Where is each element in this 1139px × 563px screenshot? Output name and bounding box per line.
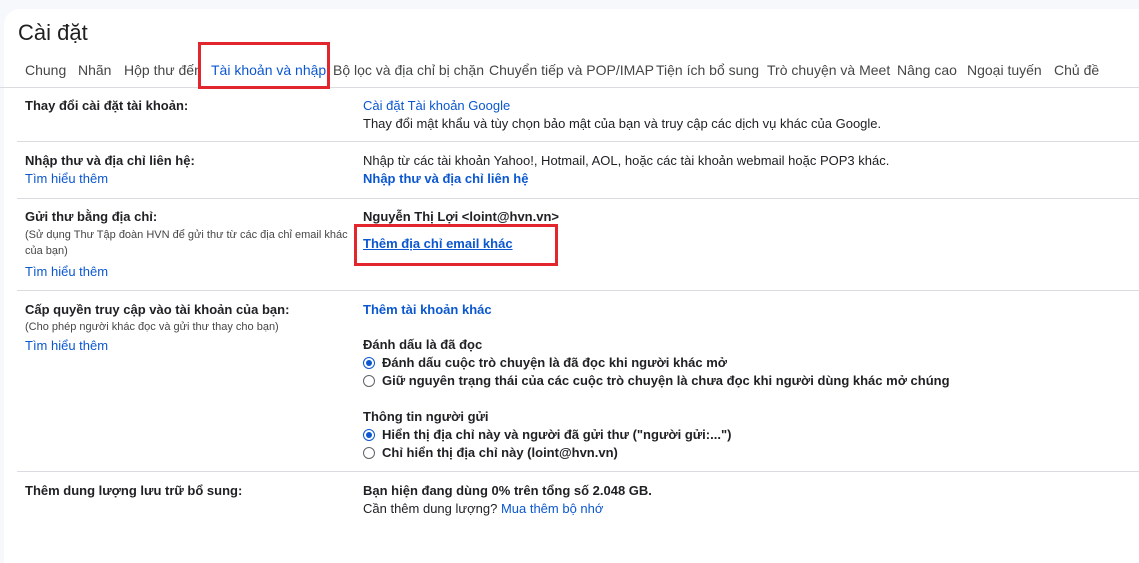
tab-inbox[interactable]: Hộp thư đến	[124, 62, 202, 78]
send-as-address: Nguyễn Thị Lợi <loint@hvn.vn>	[363, 209, 559, 224]
row-label: Gửi thư bằng địa chỉ:	[25, 209, 158, 224]
import-mail-contacts-link[interactable]: Nhập thư và địa chỉ liên hệ	[363, 171, 528, 186]
learn-more-link-import[interactable]: Tìm hiểu thêm	[25, 171, 108, 186]
learn-more-link-grant[interactable]: Tìm hiểu thêm	[25, 338, 108, 353]
import-description: Nhập từ các tài khoản Yahoo!, Hotmail, A…	[363, 153, 890, 168]
row-label: Thêm dung lượng lưu trữ bổ sung:	[25, 483, 243, 498]
tab-offline[interactable]: Ngoại tuyến	[967, 62, 1042, 78]
row-send-as: Gửi thư bằng địa chỉ: (Sử dụng Thư Tập đ…	[17, 199, 1139, 291]
radio-show-address-only[interactable]: Chỉ hiển thị địa chỉ này (loint@hvn.vn)	[363, 445, 618, 460]
settings-tabs: Chung Nhãn Hộp thư đến Tài khoản và nhập…	[0, 54, 1139, 88]
tab-advanced[interactable]: Nâng cao	[897, 62, 957, 78]
row-storage: Thêm dung lượng lưu trữ bổ sung: Bạn hiệ…	[17, 472, 1139, 532]
row-label: Nhập thư và địa chỉ liên hệ:	[25, 153, 195, 168]
tab-forwarding-pop-imap[interactable]: Chuyển tiếp và POP/IMAP	[489, 62, 654, 78]
change-account-description: Thay đổi mật khẩu và tùy chọn bảo mật củ…	[363, 116, 882, 131]
buy-storage-link[interactable]: Mua thêm bộ nhớ	[501, 501, 603, 516]
add-email-address-link[interactable]: Thêm địa chỉ email khác	[363, 236, 513, 251]
radio-unselected-icon[interactable]	[363, 446, 375, 459]
row-label: Cấp quyền truy cập vào tài khoản của bạn…	[25, 302, 290, 317]
radio-keep-unread[interactable]: Giữ nguyên trạng thái của các cuộc trò c…	[363, 373, 950, 388]
tab-themes[interactable]: Chủ đề	[1054, 62, 1099, 78]
send-as-subtext: (Sử dụng Thư Tập đoàn HVN để gửi thư từ …	[25, 229, 348, 257]
tab-general[interactable]: Chung	[25, 62, 66, 78]
learn-more-link-send-as[interactable]: Tìm hiểu thêm	[25, 264, 108, 279]
radio-mark-read-on-open[interactable]: Đánh dấu cuộc trò chuyện là đã đọc khi n…	[363, 355, 727, 370]
row-change-account: Thay đổi cài đặt tài khoản: Cài đặt Tài …	[17, 88, 1139, 142]
tab-addons[interactable]: Tiện ích bổ sung	[656, 62, 759, 78]
page-title: Cài đặt	[18, 20, 88, 45]
row-label: Thay đổi cài đặt tài khoản:	[25, 98, 189, 113]
mark-as-read-heading: Đánh dấu là đã đọc	[363, 337, 483, 352]
radio-label: Giữ nguyên trạng thái của các cuộc trò c…	[382, 373, 950, 388]
need-more-text: Cần thêm dung lượng?	[363, 501, 498, 516]
radio-unselected-icon[interactable]	[363, 374, 375, 387]
radio-selected-icon[interactable]	[363, 428, 375, 441]
radio-label: Chỉ hiển thị địa chỉ này (loint@hvn.vn)	[382, 445, 618, 460]
radio-label: Đánh dấu cuộc trò chuyện là đã đọc khi n…	[382, 355, 728, 370]
sender-info-heading: Thông tin người gửi	[363, 409, 489, 424]
radio-label: Hiển thị địa chỉ này và người đã gửi thư…	[382, 427, 732, 442]
radio-show-address-and-sender[interactable]: Hiển thị địa chỉ này và người đã gửi thư…	[363, 427, 731, 442]
tab-chat-meet[interactable]: Trò chuyện và Meet	[767, 62, 890, 78]
storage-usage-text: Bạn hiện đang dùng 0% trên tổng số 2.048…	[363, 483, 652, 498]
row-grant-access: Cấp quyền truy cập vào tài khoản của bạn…	[17, 291, 1139, 472]
add-another-account-link[interactable]: Thêm tài khoản khác	[363, 302, 492, 317]
tab-labels[interactable]: Nhãn	[78, 62, 111, 78]
grant-access-subtext: (Cho phép người khác đọc và gửi thư thay…	[25, 321, 279, 333]
row-import: Nhập thư và địa chỉ liên hệ: Tìm hiểu th…	[17, 142, 1139, 199]
google-account-settings-link[interactable]: Cài đặt Tài khoản Google	[363, 98, 510, 113]
tab-accounts-import[interactable]: Tài khoản và nhập	[211, 62, 326, 78]
tab-filters-blocked[interactable]: Bộ lọc và địa chỉ bị chặn	[333, 62, 484, 78]
storage-need-more: Cần thêm dung lượng? Mua thêm bộ nhớ	[363, 501, 603, 516]
radio-selected-icon[interactable]	[363, 356, 375, 369]
